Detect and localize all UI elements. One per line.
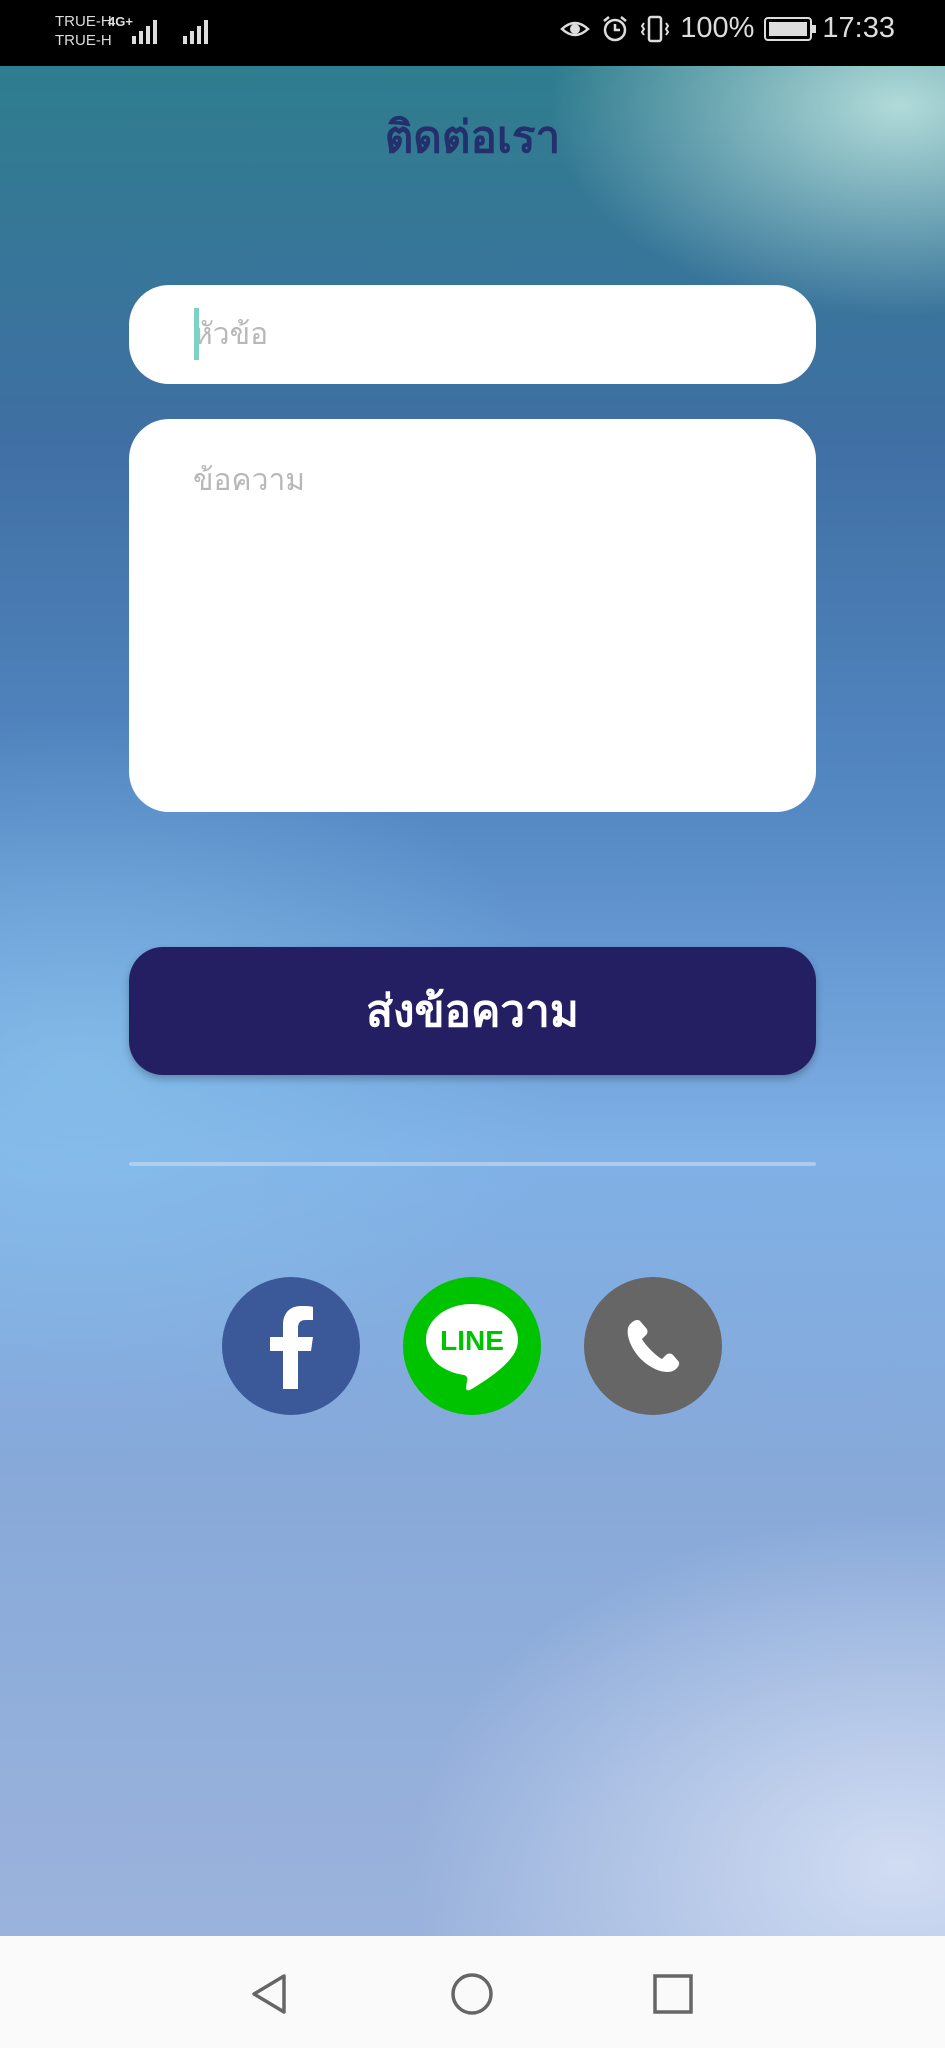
divider — [129, 1162, 816, 1166]
status-bar: TRUE-H TRUE-H 4G+ 100% 17:33 — [0, 0, 945, 66]
vibrate-icon — [641, 15, 670, 42]
alarm-icon — [603, 15, 628, 41]
carrier-labels: TRUE-H TRUE-H — [55, 12, 112, 50]
phone-button[interactable] — [584, 1277, 722, 1415]
carrier-1: TRUE-H — [55, 13, 112, 30]
facebook-button[interactable] — [222, 1277, 360, 1415]
signal-icon — [132, 18, 157, 44]
navigation-bar — [0, 1936, 945, 2048]
carrier-2: TRUE-H — [55, 32, 112, 49]
home-icon[interactable] — [450, 1972, 494, 2016]
network-type: 4G+ — [108, 14, 133, 29]
facebook-icon — [270, 1306, 313, 1389]
phone-icon — [627, 1320, 680, 1372]
back-icon[interactable] — [248, 1972, 292, 2016]
line-icon: LINE — [426, 1304, 518, 1391]
text-cursor — [194, 308, 199, 360]
line-button[interactable]: LINE — [403, 1277, 541, 1415]
page-title: ติดต่อเรา — [384, 112, 561, 163]
message-input[interactable] — [129, 419, 816, 812]
recents-icon[interactable] — [651, 1972, 695, 2016]
status-right: 100% 17:33 — [560, 12, 895, 45]
clock: 17:33 — [822, 12, 895, 44]
send-message-button[interactable]: ส่งข้อความ — [129, 947, 816, 1075]
battery-percent: 100% — [680, 12, 755, 44]
battery-icon — [764, 16, 817, 41]
line-logo-text: LINE — [440, 1325, 504, 1356]
subject-input[interactable] — [129, 285, 816, 384]
signal-icon — [183, 18, 208, 44]
eye-icon — [560, 21, 591, 36]
